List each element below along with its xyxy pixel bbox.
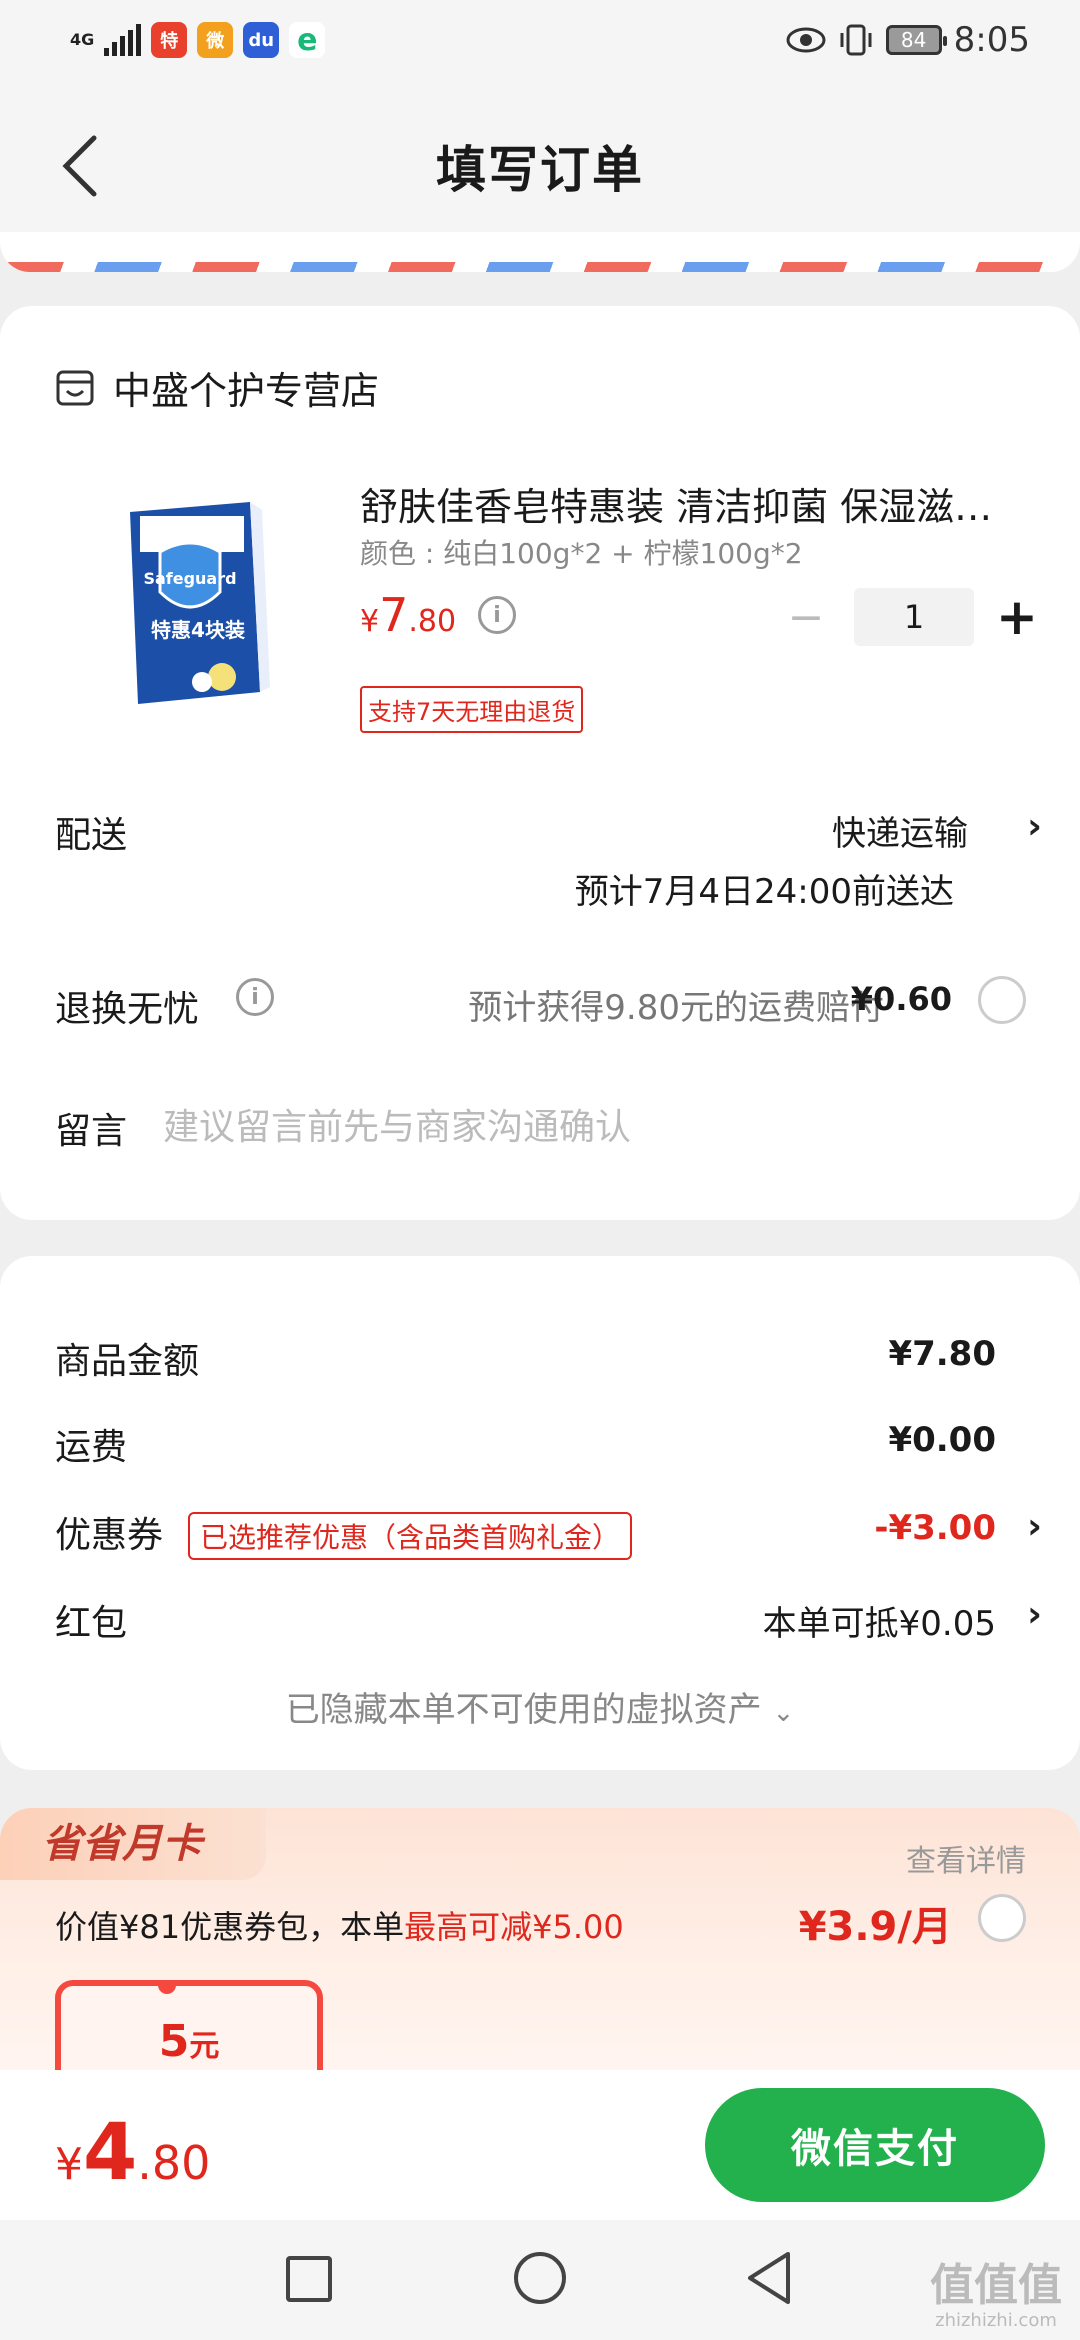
decrease-button[interactable]: −	[786, 592, 826, 643]
promo-detail-link[interactable]: 查看详情	[906, 1836, 1026, 1880]
shipping-eta: 预计7月4日24:00前送达	[574, 872, 954, 912]
store-name: 中盛个护专营店	[113, 369, 380, 413]
quantity-stepper: − 1 +	[786, 588, 1038, 646]
monthly-card-promo: 省省月卡 查看详情 价值¥81优惠券包，本单最高可减¥5.00 ¥3.9/月 5…	[0, 1808, 1080, 2078]
shipping-method[interactable]: 快递运输	[832, 806, 968, 855]
page-title: 填写订单	[436, 141, 644, 199]
price-currency: ¥	[360, 604, 380, 639]
note-label: 留言	[55, 1111, 128, 1152]
weibo-app-icon: 微	[197, 22, 234, 58]
redpacket-chevron-icon[interactable]: ›	[1027, 1594, 1042, 1635]
eye-icon	[786, 27, 826, 53]
returns-fee: ¥0.60	[850, 980, 952, 1018]
baidu-app-icon: du	[243, 22, 280, 58]
note-input[interactable]	[163, 1100, 983, 1154]
hidden-assets-text: 已隐藏本单不可使用的虚拟资产	[285, 1690, 762, 1730]
hidden-assets-toggle[interactable]: 已隐藏本单不可使用的虚拟资产 ⌄	[0, 1682, 1080, 1731]
returns-info-icon[interactable]: i	[236, 978, 274, 1016]
clock: 8:05	[953, 20, 1030, 60]
promo-price: ¥3.9/月	[798, 1904, 952, 1950]
returns-label: 退换无忧	[55, 989, 200, 1030]
product-spec[interactable]: 颜色 : 纯白100g*2 + 柠檬100g*2	[360, 532, 803, 572]
status-right: 84 8:05	[786, 20, 1030, 60]
promo-radio[interactable]	[978, 1894, 1026, 1942]
product-image-deal: 特惠4块装	[151, 618, 245, 642]
shipping-chevron-icon[interactable]: ›	[1027, 806, 1042, 847]
total-decimal: .80	[137, 2136, 211, 2190]
coupon-chevron-icon[interactable]: ›	[1027, 1506, 1042, 1547]
store-row[interactable]: 中盛个护专营店	[55, 360, 379, 415]
store-icon	[56, 370, 94, 405]
return-policy-badge: 支持7天无理由退货	[360, 686, 584, 733]
browser-app-icon: e	[289, 22, 326, 58]
vibrate-icon	[840, 24, 872, 56]
status-bar: 4G 特 微 du e 84 8:05	[0, 0, 1080, 90]
quantity-value[interactable]: 1	[854, 588, 974, 646]
promo-description: 价值¥81优惠券包，本单最高可减¥5.00	[55, 1902, 624, 1948]
shipping-label: 配送	[55, 815, 128, 856]
product-title[interactable]: 舒肤佳香皂特惠装 清洁抑菌 保湿滋…	[360, 476, 1020, 531]
home-icon[interactable]	[514, 2252, 566, 2304]
product-image[interactable]: Safeguard 特惠4块装	[110, 492, 270, 712]
address-envelope-stripe	[0, 232, 1080, 272]
signal-icon	[104, 24, 142, 56]
watermark-logo-text: 值值值	[930, 2260, 1062, 2311]
freight-value: ¥0.00	[888, 1420, 996, 1460]
wechat-pay-button[interactable]: 微信支付	[705, 2088, 1045, 2202]
coupon-selected-tag: 已选推荐优惠（含品类首购礼金）	[188, 1512, 633, 1560]
promo-desc-prefix: 价值¥81优惠券包，本单	[55, 1908, 405, 1946]
coupon-label: 优惠券	[55, 1515, 164, 1556]
promo-tag: 省省月卡	[0, 1808, 266, 1880]
taobao-special-app-icon: 特	[151, 22, 188, 58]
price-integer: 7	[379, 588, 409, 642]
redpacket-value[interactable]: 本单可抵¥0.05	[763, 1596, 996, 1645]
items-amount-label: 商品金额	[55, 1341, 200, 1382]
total-price: ¥ 4 .80	[55, 2108, 210, 2198]
status-left: 4G 特 微 du e	[70, 22, 326, 58]
voucher-value: 5元	[55, 2016, 323, 2067]
redpacket-label: 红包	[55, 1603, 128, 1644]
order-item-card: 中盛个护专营店 Safeguard 特惠4块装 舒肤佳香皂特惠装 清洁抑菌 保湿…	[0, 306, 1080, 1220]
airmail-stripe	[0, 262, 1080, 272]
system-navigation-bar: 值值值 zhizhizhi.com	[0, 2220, 1080, 2340]
returns-radio[interactable]	[978, 976, 1026, 1024]
recent-apps-icon[interactable]	[286, 2256, 332, 2302]
promo-desc-highlight: 最高可减¥5.00	[404, 1908, 624, 1946]
voucher-amount: 5	[158, 2016, 190, 2067]
total-integer: 4	[83, 2108, 138, 2198]
watermark-logo: 值值值 zhizhizhi.com	[930, 2264, 1062, 2330]
watermark-site: zhizhizhi.com	[935, 2310, 1057, 2331]
network-type: 4G	[70, 30, 95, 49]
battery-icon: 84	[885, 25, 947, 55]
chevron-down-icon: ⌄	[772, 1698, 795, 1728]
product-price: ¥ 7 .80	[360, 588, 456, 642]
nav-bar: 填写订单	[0, 90, 1080, 240]
total-currency: ¥	[55, 2139, 83, 2190]
payment-bar: ¥ 4 .80 微信支付	[0, 2070, 1080, 2220]
price-info-icon[interactable]: i	[478, 596, 516, 634]
coupon-value[interactable]: -¥3.00	[874, 1508, 996, 1548]
back-triangle-icon[interactable]	[744, 2250, 794, 2306]
voucher-unit: 元	[189, 2029, 220, 2064]
price-decimal: .80	[408, 604, 457, 639]
product-image-brand: Safeguard	[143, 569, 236, 588]
increase-button[interactable]: +	[996, 588, 1038, 646]
returns-compensation-text: 预计获得9.80元的运费赔付	[468, 988, 884, 1028]
items-amount-value: ¥7.80	[888, 1334, 996, 1374]
freight-label: 运费	[55, 1427, 128, 1468]
